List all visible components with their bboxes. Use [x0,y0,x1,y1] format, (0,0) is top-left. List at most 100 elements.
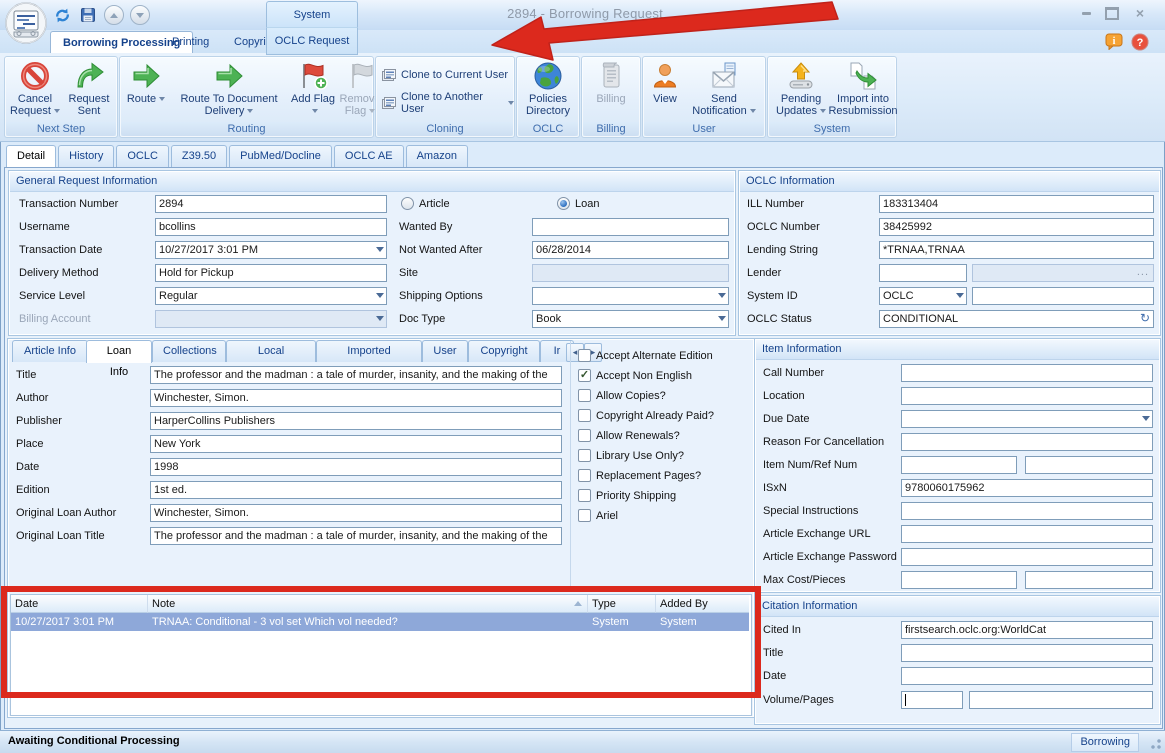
due-date-combo[interactable] [901,410,1153,428]
volume-field[interactable] [901,691,963,709]
pieces-field[interactable] [1025,571,1153,589]
resize-grip-icon[interactable] [1150,738,1162,750]
refresh-button[interactable] [52,5,72,25]
tab-oclc-request[interactable]: OCLC Request [266,27,358,55]
send-notification-button[interactable]: Send Notification [685,60,763,122]
lending-string-field[interactable]: *TRNAA,TRNAA [879,241,1154,259]
subtab-local-holdings[interactable]: Local Holdings [226,340,316,362]
refresh-status-icon[interactable]: ↻ [1140,312,1150,325]
feedback-button[interactable]: i [1105,33,1123,50]
tab-z3950[interactable]: Z39.50 [171,145,227,167]
subtab-copyright[interactable]: Copyright [468,340,540,362]
library-use-only-checkbox[interactable]: ✓ [578,449,591,462]
route-button[interactable]: Route [124,60,168,122]
transaction-date-combo[interactable]: 10/27/2017 3:01 PM [155,241,387,259]
allow-copies-checkbox[interactable]: ✓ [578,389,591,402]
dropdown-arrow-icon[interactable] [1142,416,1150,421]
ellipsis-button[interactable]: ... [1137,266,1149,279]
previous-request-button[interactable] [104,5,124,25]
next-request-button[interactable] [130,5,150,25]
note-date-cell[interactable]: 10/27/2017 3:01 PM [11,613,148,631]
save-button[interactable] [78,5,98,25]
wanted-by-field[interactable] [532,218,729,236]
notes-column-date[interactable]: Date [11,595,148,613]
subtab-article-info[interactable]: Article Info [12,340,88,362]
request-sent-button[interactable]: Request Sent [63,60,115,122]
max-cost-field[interactable] [901,571,1017,589]
tab-pubmed-docline[interactable]: PubMed/Docline [229,145,332,167]
title-field[interactable]: The professor and the madman : a tale of… [150,366,562,384]
shipping-options-combo[interactable] [532,287,729,305]
not-wanted-after-field[interactable]: 06/28/2014 [532,241,729,259]
view-user-button[interactable]: View [647,60,683,122]
oclc-number-field[interactable]: 38425992 [879,218,1154,236]
tab-printing[interactable]: Printing [160,31,221,53]
copyright-already-paid-checkbox[interactable]: ✓ [578,409,591,422]
clone-to-another-user-button[interactable]: Clone to Another User [381,93,514,113]
transaction-number-field[interactable]: 2894 [155,195,387,213]
notes-column-note[interactable]: Note [148,595,588,613]
system-id-combo[interactable]: OCLC [879,287,967,305]
pending-updates-button[interactable]: Pending Updates [772,60,830,122]
edition-field[interactable]: 1st ed. [150,481,562,499]
reason-for-cancellation-field[interactable] [901,433,1153,451]
article-exchange-url-field[interactable] [901,525,1153,543]
add-flag-button[interactable]: Add Flag [290,60,336,122]
special-instructions-field[interactable] [901,502,1153,520]
subtab-imported-request[interactable]: Imported Request [316,340,422,362]
location-field[interactable] [901,387,1153,405]
tab-oclc[interactable]: OCLC [116,145,169,167]
lender-field[interactable] [879,264,967,282]
note-type-cell[interactable]: System [588,613,656,631]
subtab-collections[interactable]: Collections [152,340,226,362]
author-field[interactable]: Winchester, Simon. [150,389,562,407]
policies-directory-button[interactable]: Policies Directory [520,60,576,122]
ref-num-field[interactable] [1025,456,1153,474]
username-field[interactable]: bcollins [155,218,387,236]
article-radio[interactable] [401,197,414,210]
close-button[interactable]: × [1129,6,1151,20]
subtab-user[interactable]: User [422,340,468,362]
maximize-button[interactable] [1101,6,1123,20]
system-id-extra-field[interactable] [972,287,1154,305]
priority-shipping-checkbox[interactable]: ✓ [578,489,591,502]
publisher-field[interactable]: HarperCollins Publishers [150,412,562,430]
article-exchange-password-field[interactable] [901,548,1153,566]
minimize-button[interactable] [1075,6,1097,20]
loan-radio[interactable] [557,197,570,210]
tab-oclc-ae[interactable]: OCLC AE [334,145,404,167]
dropdown-arrow-icon[interactable] [376,293,384,298]
original-loan-author-field[interactable]: Winchester, Simon. [150,504,562,522]
delivery-method-field[interactable]: Hold for Pickup [155,264,387,282]
item-num-field[interactable] [901,456,1017,474]
call-number-field[interactable] [901,364,1153,382]
ariel-checkbox[interactable]: ✓ [578,509,591,522]
pages-field[interactable] [969,691,1153,709]
note-added-by-cell[interactable]: System [656,613,749,631]
replacement-pages-checkbox[interactable]: ✓ [578,469,591,482]
service-level-combo[interactable]: Regular [155,287,387,305]
tab-detail[interactable]: Detail [6,145,56,168]
tab-amazon[interactable]: Amazon [406,145,468,167]
route-to-document-delivery-button[interactable]: Route To Document Delivery [170,60,288,122]
notes-column-added-by[interactable]: Added By [656,595,749,613]
dropdown-arrow-icon[interactable] [718,293,726,298]
dropdown-arrow-icon[interactable] [376,247,384,252]
ill-number-field[interactable]: 183313404 [879,195,1154,213]
notes-column-type[interactable]: Type [588,595,656,613]
tab-history[interactable]: History [58,145,114,167]
import-into-resubmission-button[interactable]: Import into Resubmission [832,60,894,122]
note-text-cell[interactable]: TRNAA: Conditional - 3 vol set Which vol… [148,613,588,631]
cancel-request-button[interactable]: Cancel Request [8,60,62,122]
subtab-loan-info[interactable]: Loan Info [86,340,152,363]
accept-non-english-checkbox[interactable]: ✓ [578,369,591,382]
dropdown-arrow-icon[interactable] [718,316,726,321]
citation-title-field[interactable] [901,644,1153,662]
date-field[interactable]: 1998 [150,458,562,476]
allow-renewals-checkbox[interactable]: ✓ [578,429,591,442]
doc-type-combo[interactable]: Book [532,310,729,328]
isxn-field[interactable]: 9780060175962 [901,479,1153,497]
clone-to-current-user-button[interactable]: Clone to Current User [381,65,508,85]
dropdown-arrow-icon[interactable] [956,293,964,298]
place-field[interactable]: New York [150,435,562,453]
